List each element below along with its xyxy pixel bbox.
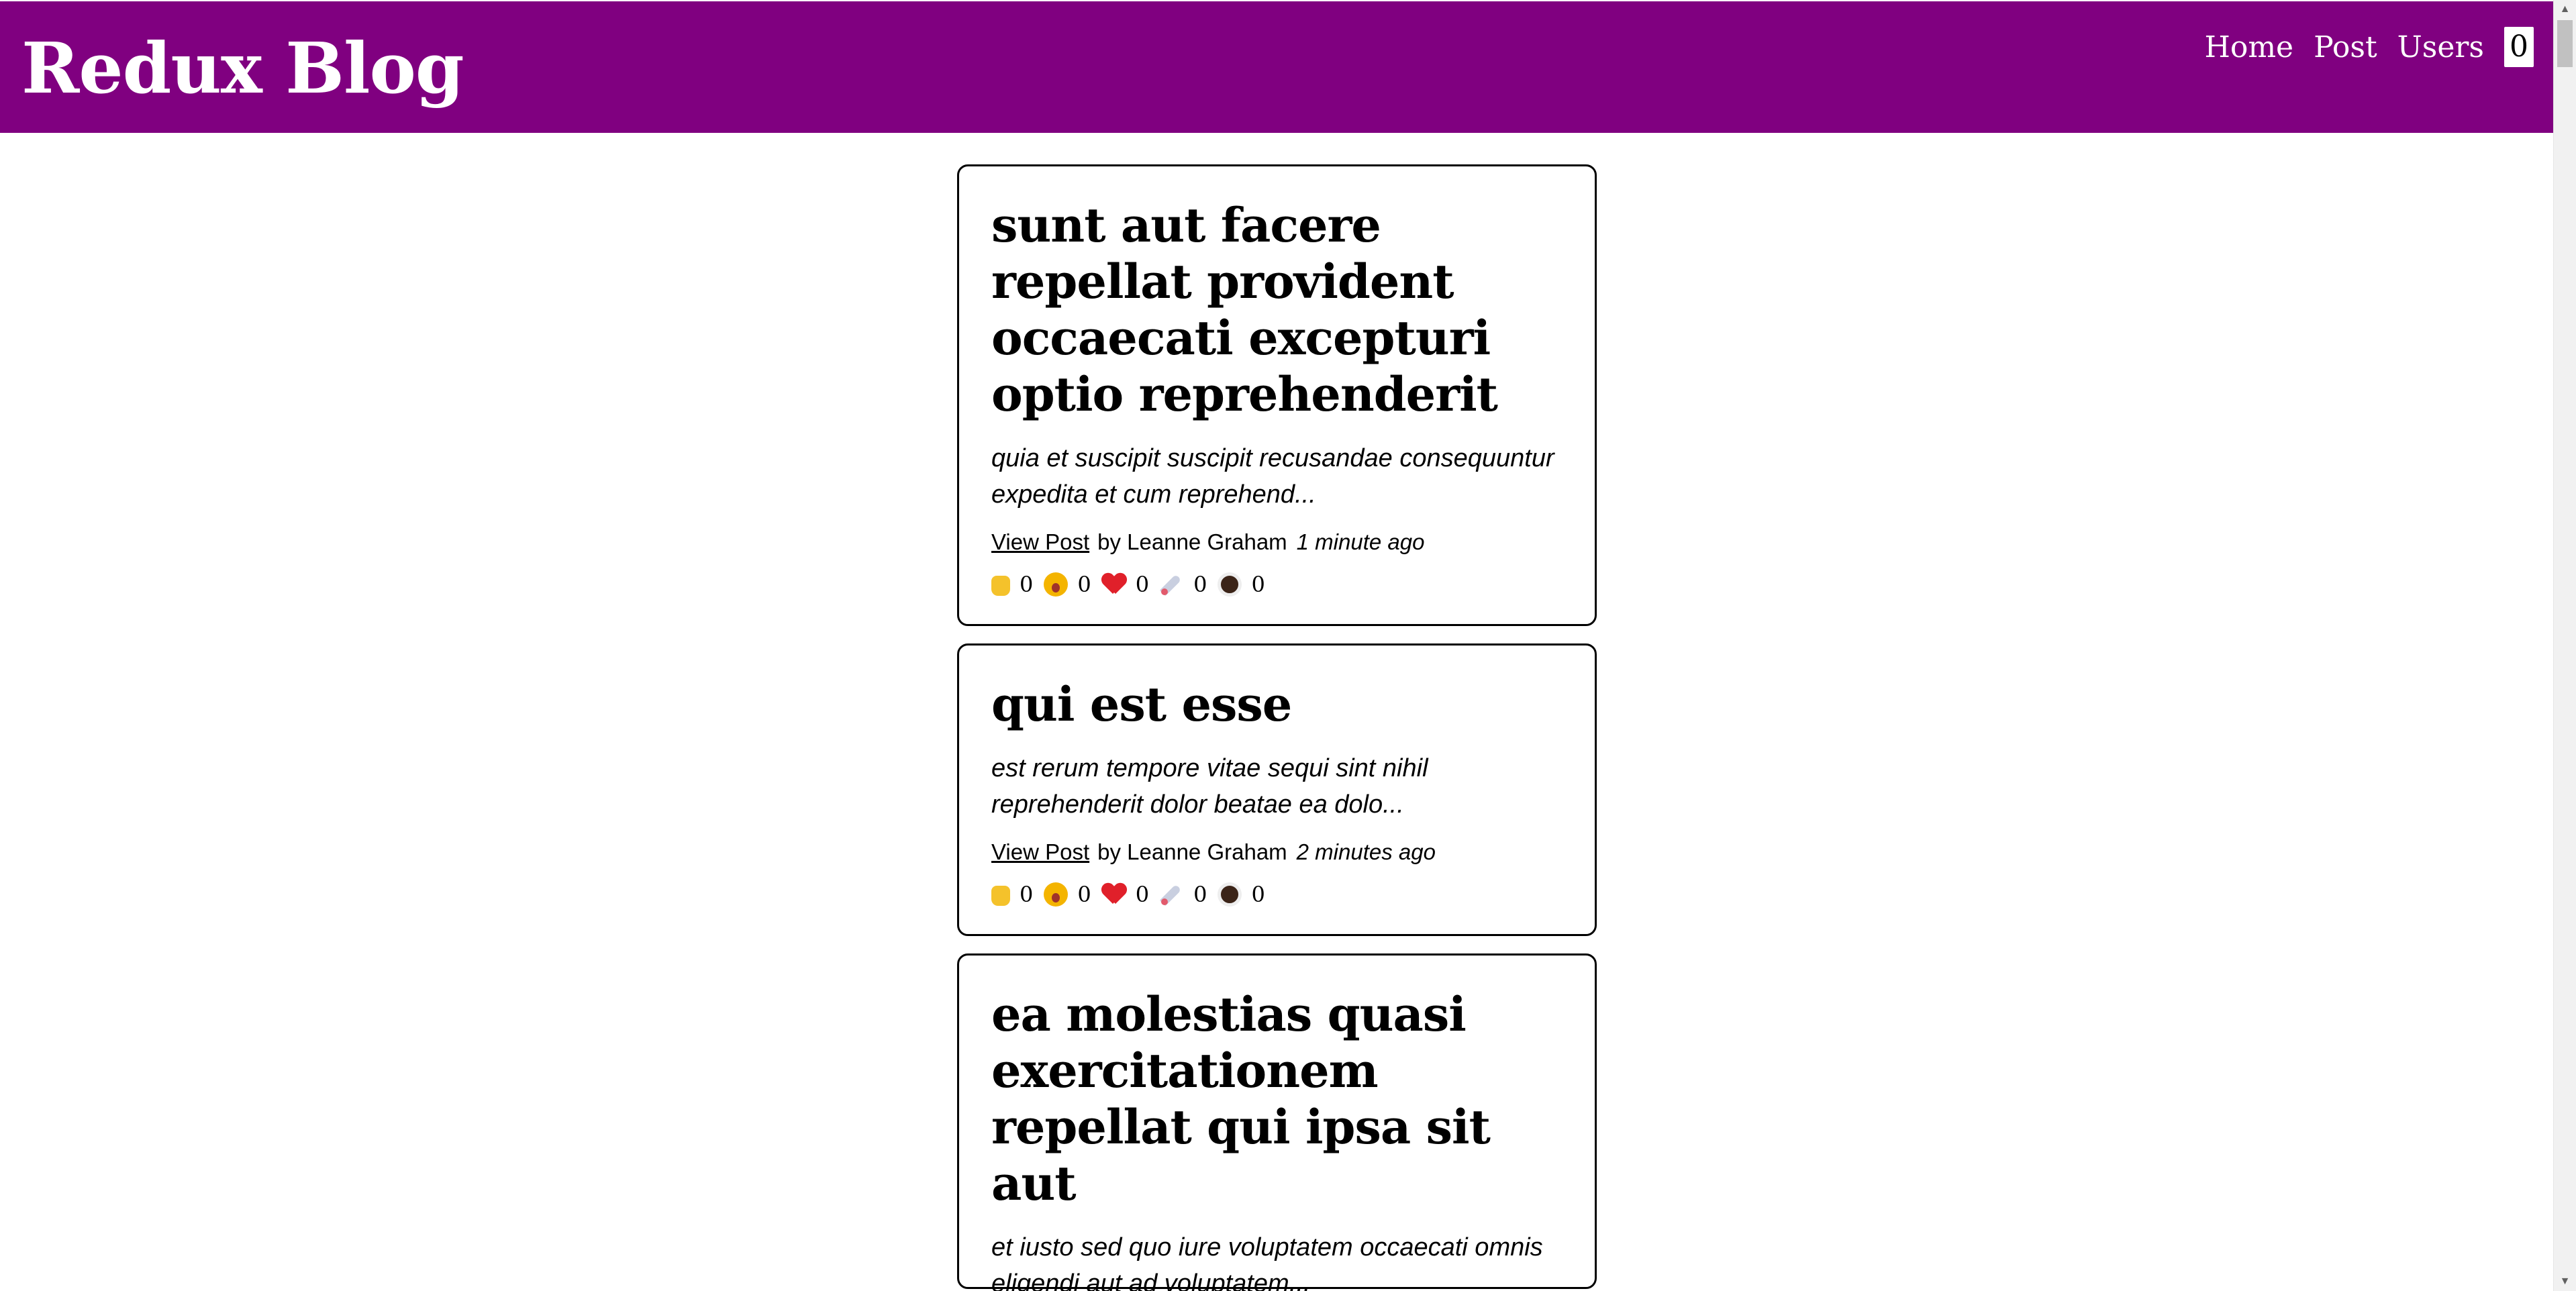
wow-face-icon xyxy=(1044,572,1069,597)
coffee-reaction-button[interactable]: 0 xyxy=(1218,572,1271,597)
wow-reaction-button[interactable]: 0 xyxy=(1044,882,1097,907)
rocket-icon xyxy=(1160,572,1184,597)
post-timestamp: 1 minute ago xyxy=(1296,529,1425,554)
post-timestamp: 2 minutes ago xyxy=(1296,839,1436,864)
scroll-down-arrow-icon[interactable]: ▼ xyxy=(2554,1272,2576,1291)
thumbs-up-icon xyxy=(991,576,1010,596)
rocket-reaction-button[interactable]: 0 xyxy=(1160,882,1213,907)
post-author: by Leanne Graham xyxy=(1097,839,1287,864)
heart-icon xyxy=(1102,574,1126,595)
post-title: ea molestias quasi exercitationem repell… xyxy=(991,986,1491,1211)
coffee-reaction-button[interactable]: 0 xyxy=(1218,882,1271,907)
nav-home-link[interactable]: Home xyxy=(2204,30,2293,64)
heart-reaction-button[interactable]: 0 xyxy=(1102,882,1156,907)
rocket-reaction-button[interactable]: 0 xyxy=(1160,572,1213,597)
post-meta: View Post by Leanne Graham 1 minute ago xyxy=(991,526,1563,558)
wow-reaction-button[interactable]: 0 xyxy=(1044,572,1097,597)
coffee-icon xyxy=(1218,572,1242,597)
reaction-count: 0 xyxy=(1077,572,1091,597)
reaction-count: 0 xyxy=(1193,572,1207,597)
thumbs-up-reaction-button[interactable]: 0 xyxy=(991,572,1040,597)
posts-list: sunt aut facere repellat provident occae… xyxy=(957,164,1597,1291)
post-excerpt: quia et suscipit suscipit recusandae con… xyxy=(991,444,1554,509)
thumbs-up-reaction-button[interactable]: 0 xyxy=(991,882,1040,907)
view-post-link[interactable]: View Post xyxy=(991,529,1089,554)
scroll-up-arrow-icon[interactable]: ▲ xyxy=(2554,0,2576,19)
nav-users-link[interactable]: Users xyxy=(2397,30,2484,64)
post-card: sunt aut facere repellat provident occae… xyxy=(957,164,1597,626)
reaction-count: 0 xyxy=(1020,572,1034,597)
scrollbar-thumb[interactable] xyxy=(2557,20,2573,67)
reaction-count: 0 xyxy=(1251,882,1265,907)
post-card: qui est esse est rerum tempore vitae seq… xyxy=(957,643,1597,936)
coffee-icon xyxy=(1218,882,1242,907)
vertical-scrollbar[interactable]: ▲ ▼ xyxy=(2553,0,2576,1291)
rocket-icon xyxy=(1160,882,1184,907)
post-excerpt: est rerum tempore vitae sequi sint nihil… xyxy=(991,754,1428,819)
reaction-count: 0 xyxy=(1193,882,1207,907)
heart-icon xyxy=(1102,884,1126,905)
post-title: qui est esse xyxy=(991,676,1292,732)
post-author: by Leanne Graham xyxy=(1097,529,1287,554)
nav-post-link[interactable]: Post xyxy=(2314,30,2377,64)
page: Redux Blog Home Post Users 0 sunt aut fa… xyxy=(0,0,2576,1291)
post-title: sunt aut facere repellat provident occae… xyxy=(991,197,1498,422)
site-title: Redux Blog xyxy=(21,27,464,109)
post-excerpt: et iusto sed quo iure voluptatem occaeca… xyxy=(991,1233,1543,1291)
post-card: ea molestias quasi exercitationem repell… xyxy=(957,953,1597,1291)
app-header: Redux Blog Home Post Users 0 xyxy=(0,1,2554,133)
count-button[interactable]: 0 xyxy=(2504,27,2534,67)
post-meta: View Post by Leanne Graham 2 minutes ago xyxy=(991,836,1563,868)
reaction-count: 0 xyxy=(1020,882,1034,907)
reaction-buttons: 0 0 0 0 0 xyxy=(991,572,1563,597)
view-post-link[interactable]: View Post xyxy=(991,839,1089,864)
wow-face-icon xyxy=(1044,882,1069,907)
main-nav: Home Post Users 0 xyxy=(2204,27,2534,67)
heart-reaction-button[interactable]: 0 xyxy=(1102,572,1156,597)
reaction-count: 0 xyxy=(1077,882,1091,907)
reaction-count: 0 xyxy=(1135,882,1150,907)
reaction-count: 0 xyxy=(1251,572,1265,597)
reaction-buttons: 0 0 0 0 0 xyxy=(991,882,1563,907)
thumbs-up-icon xyxy=(991,886,1010,906)
reaction-count: 0 xyxy=(1135,572,1150,597)
